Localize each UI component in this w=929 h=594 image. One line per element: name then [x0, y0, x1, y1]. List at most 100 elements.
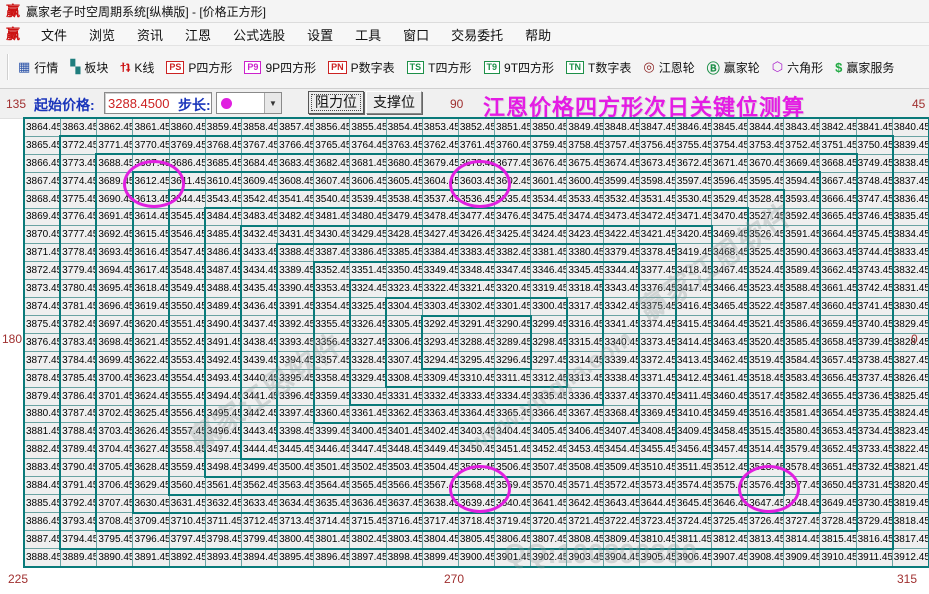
gann-cell: 3302.45: [458, 298, 494, 316]
gann-cell: 3784.45: [61, 351, 97, 369]
toolbar-item-p9-badge[interactable]: P99P四方形: [238, 52, 322, 82]
gann-cell: 3597.45: [675, 172, 711, 190]
menu-item-5[interactable]: 设置: [296, 25, 344, 44]
menu-item-0[interactable]: 文件: [30, 25, 78, 44]
toolbar-item-tn-badge[interactable]: TNT数字表: [560, 52, 637, 82]
support-button[interactable]: 支撑位: [366, 91, 422, 114]
gann-cell: 3395.45: [278, 369, 314, 387]
gann-cell: 3535.45: [495, 190, 531, 208]
gann-cell: 3442.45: [241, 405, 277, 423]
toolbar-item-t9-badge[interactable]: T99T四方形: [478, 52, 561, 82]
gann-cell: 3534.45: [531, 190, 567, 208]
gann-cell: 3578.45: [784, 459, 820, 477]
menu-logo-icon: 赢: [6, 24, 20, 44]
menu-item-6[interactable]: 工具: [344, 25, 392, 44]
gann-cell: 3453.45: [567, 441, 603, 459]
toolbar-item-winner-wheel[interactable]: Ⓑ赢家轮: [701, 52, 766, 82]
gann-cell: 3370.45: [639, 387, 675, 405]
gann-cell: 3515.45: [748, 423, 784, 441]
gann-cell: 3502.45: [350, 459, 386, 477]
gann-cell: 3912.45: [892, 548, 928, 566]
p9-badge-icon: P9: [244, 61, 261, 74]
gann-cell: 3312.45: [531, 369, 567, 387]
gann-cell: 3674.45: [603, 154, 639, 172]
menu-item-2[interactable]: 资讯: [126, 25, 174, 44]
gann-cell: 3664.45: [820, 226, 856, 244]
gann-cell: 3338.45: [603, 369, 639, 387]
toolbar-item-pn-badge[interactable]: PNP数字表: [322, 52, 401, 82]
gann-cell: 3860.45: [169, 119, 205, 137]
gann-cell: 3877.45: [25, 351, 61, 369]
gann-cell: 3464.45: [711, 315, 747, 333]
gann-cell: 3469.45: [711, 226, 747, 244]
gann-cell: 3541.45: [278, 190, 314, 208]
toolbar-item-candlestick[interactable]: ϯʇK线: [114, 52, 160, 82]
toolbar-item-quote-table[interactable]: ▦行情: [12, 52, 64, 82]
menu-item-9[interactable]: 帮助: [514, 25, 562, 44]
gann-cell: 3772.45: [61, 136, 97, 154]
gann-cell: 3368.45: [603, 405, 639, 423]
gann-cell: 3714.45: [314, 512, 350, 530]
gann-cell: 3386.45: [350, 244, 386, 262]
toolbar-item-ts-badge[interactable]: TST四方形: [401, 52, 478, 82]
gann-cell: 3340.45: [603, 333, 639, 351]
gann-cell: 3660.45: [820, 298, 856, 316]
gann-cell: 3686.45: [169, 154, 205, 172]
gann-cell: 3456.45: [675, 441, 711, 459]
menu-item-8[interactable]: 交易委托: [440, 25, 514, 44]
gann-cell: 3602.45: [495, 172, 531, 190]
gann-cell: 3669.45: [784, 154, 820, 172]
gann-cell: 3583.45: [784, 369, 820, 387]
gann-cell: 3584.45: [784, 351, 820, 369]
gann-cell: 3653.45: [820, 423, 856, 441]
gann-cell: 3440.45: [241, 369, 277, 387]
gann-cell: 3738.45: [856, 351, 892, 369]
gann-cell: 3866.45: [25, 154, 61, 172]
gann-cell: 3601.45: [531, 172, 567, 190]
gann-cell: 3678.45: [458, 154, 494, 172]
gann-cell: 3697.45: [97, 315, 133, 333]
toolbar-item-sector-blocks[interactable]: ▚板块: [64, 52, 114, 82]
gann-cell: 3342.45: [603, 298, 639, 316]
toolbar-item-gann-wheel[interactable]: ◎江恩轮: [637, 52, 700, 82]
resistance-button[interactable]: 阻力位: [308, 91, 364, 114]
gann-cell: 3377.45: [639, 262, 675, 280]
gann-cell: 3472.45: [639, 208, 675, 226]
menu-item-1[interactable]: 浏览: [78, 25, 126, 44]
gann-cell: 3811.45: [675, 530, 711, 548]
gann-cell: 3883.45: [25, 459, 61, 477]
gann-cell: 3765.45: [314, 136, 350, 154]
gann-cell: 3315.45: [567, 333, 603, 351]
gann-cell: 3563.45: [278, 477, 314, 495]
gann-cell: 3328.45: [350, 351, 386, 369]
gann-cell: 3327.45: [350, 333, 386, 351]
gann-cell: 3455.45: [639, 441, 675, 459]
gann-cell: 3580.45: [784, 423, 820, 441]
toolbar-item-label: P数字表: [351, 59, 395, 76]
angle-label-270: 270: [444, 572, 464, 586]
menu-item-7[interactable]: 窗口: [392, 25, 440, 44]
gann-cell: 3788.45: [61, 423, 97, 441]
gann-cell: 3853.45: [422, 119, 458, 137]
gann-cell: 3562.45: [241, 477, 277, 495]
gann-cell: 3640.45: [495, 495, 531, 513]
toolbar-item-service-dollar[interactable]: $赢家服务: [829, 52, 900, 82]
gann-cell: 3352.45: [314, 262, 350, 280]
gann-cell: 3767.45: [241, 136, 277, 154]
gann-cell: 3331.45: [386, 387, 422, 405]
gann-cell: 3685.45: [205, 154, 241, 172]
gann-cell: 3709.45: [133, 512, 169, 530]
chevron-down-icon[interactable]: ▼: [264, 93, 281, 113]
gann-cell: 3732.45: [856, 459, 892, 477]
menu-item-4[interactable]: 公式选股: [222, 25, 296, 44]
gann-cell: 3585.45: [784, 333, 820, 351]
gann-cell: 3544.45: [169, 190, 205, 208]
gann-cell: 3840.45: [892, 119, 928, 137]
toolbar-item-hexagon[interactable]: ⬡六角形: [766, 52, 829, 82]
menu-item-3[interactable]: 江恩: [174, 25, 222, 44]
gann-cell: 3373.45: [639, 333, 675, 351]
gann-cell: 3884.45: [25, 477, 61, 495]
step-select[interactable]: ▼: [216, 92, 282, 114]
toolbar-item-ps-badge[interactable]: PSP四方形: [160, 52, 238, 82]
sector-blocks-icon: ▚: [70, 59, 80, 75]
